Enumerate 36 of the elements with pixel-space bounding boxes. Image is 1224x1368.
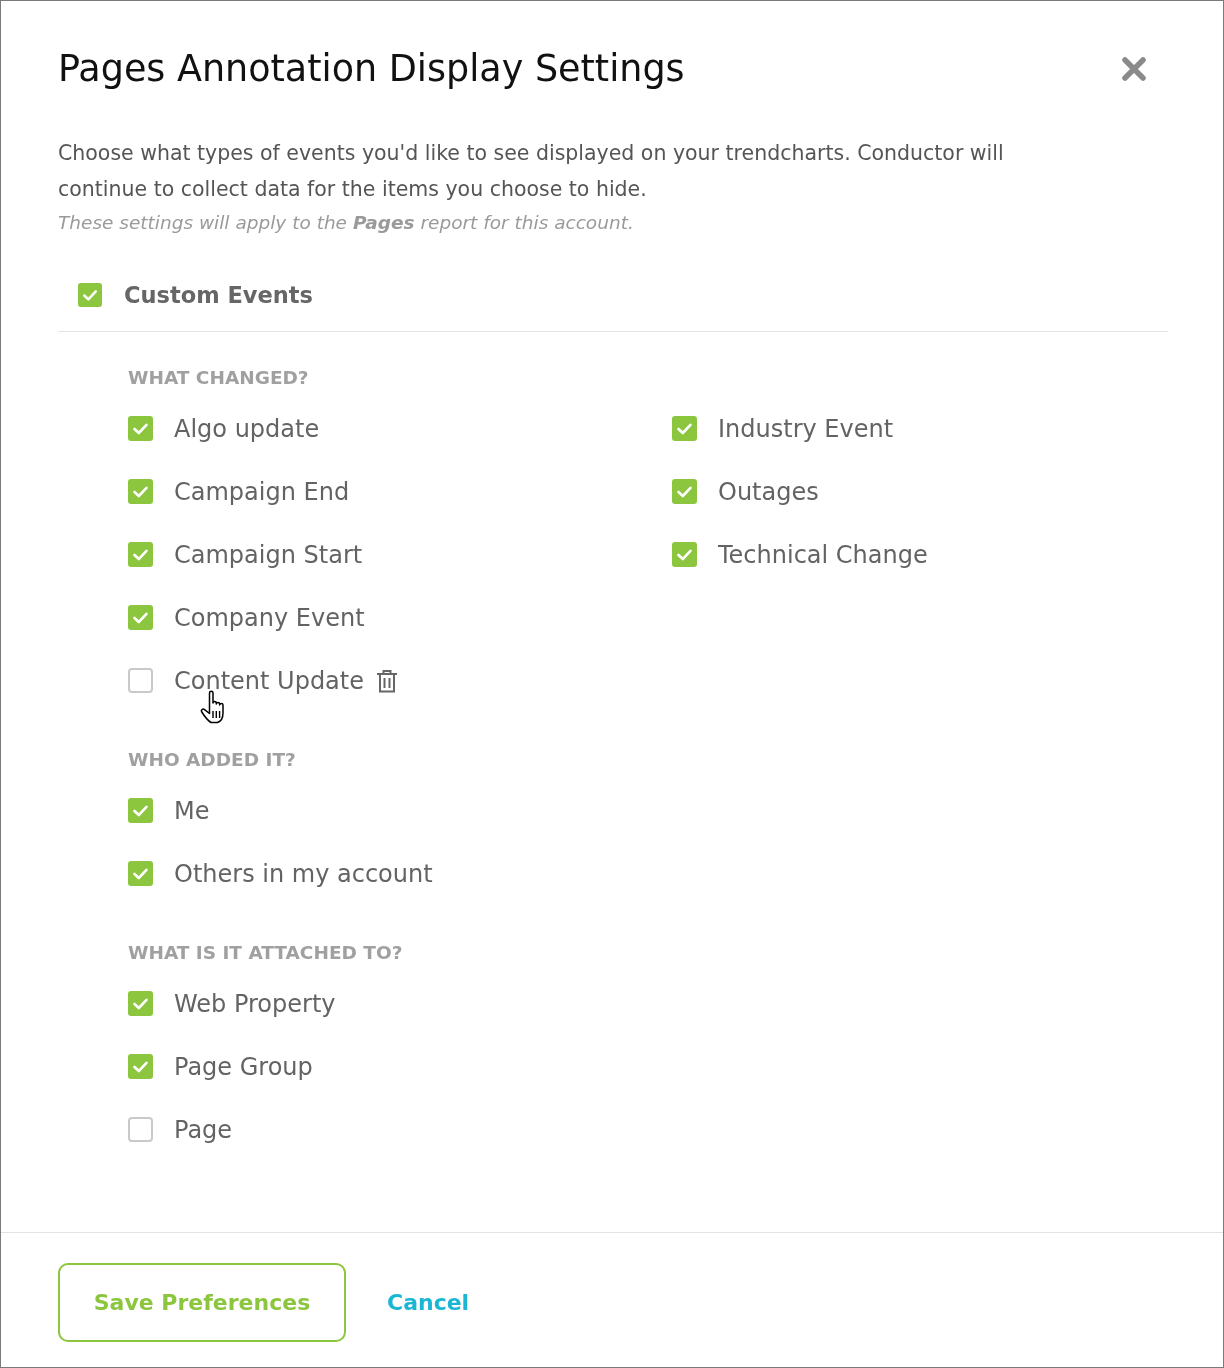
checkbox-label[interactable]: Web Property [174, 988, 336, 1019]
checkbox[interactable] [128, 605, 153, 630]
scope-note: These settings will apply to the Pages report for this account. [58, 211, 634, 235]
checkbox[interactable] [128, 668, 153, 693]
checkbox[interactable] [78, 283, 102, 307]
checkbox-label[interactable]: Page [174, 1114, 233, 1145]
checkbox-label[interactable]: Campaign Start [174, 539, 363, 570]
dialog-title: Pages Annotation Display Settings [58, 46, 685, 92]
close-icon[interactable] [1122, 57, 1146, 81]
section-heading: WHO ADDED IT? [128, 748, 296, 772]
checkbox-label[interactable]: Outages [718, 476, 819, 507]
checkbox-label[interactable]: Technical Change [718, 539, 928, 570]
section-heading: WHAT IS IT ATTACHED TO? [128, 941, 403, 965]
checkbox[interactable] [672, 542, 697, 567]
checkbox-label[interactable]: Page Group [174, 1051, 313, 1082]
checkbox[interactable] [128, 798, 153, 823]
trash-icon[interactable] [376, 668, 398, 693]
description-text: Choose what types of events you'd like to see displayed on your trendcharts. Conductor will continue to collect data for the items you choose to hide. [58, 140, 1005, 203]
checkbox-label[interactable]: Algo update [174, 413, 320, 444]
checkbox-label[interactable]: Content Update [174, 665, 364, 696]
checkbox-label[interactable]: Industry Event [718, 413, 894, 444]
section-heading: WHAT CHANGED? [128, 366, 309, 390]
checkbox[interactable] [128, 1054, 153, 1079]
checkbox-label[interactable]: Me [174, 795, 210, 826]
checkbox-label[interactable]: Campaign End [174, 476, 350, 507]
checkbox[interactable] [128, 542, 153, 567]
checkbox[interactable] [128, 991, 153, 1016]
checkbox-label[interactable]: Custom Events [124, 282, 313, 308]
checkbox[interactable] [672, 479, 697, 504]
checkbox[interactable] [128, 416, 153, 441]
checkbox-label[interactable]: Others in my account [174, 858, 433, 889]
checkbox-label[interactable]: Company Event [174, 602, 365, 633]
checkbox[interactable] [672, 416, 697, 441]
checkbox[interactable] [128, 479, 153, 504]
checkbox[interactable] [128, 1117, 153, 1142]
checkbox[interactable] [128, 861, 153, 886]
